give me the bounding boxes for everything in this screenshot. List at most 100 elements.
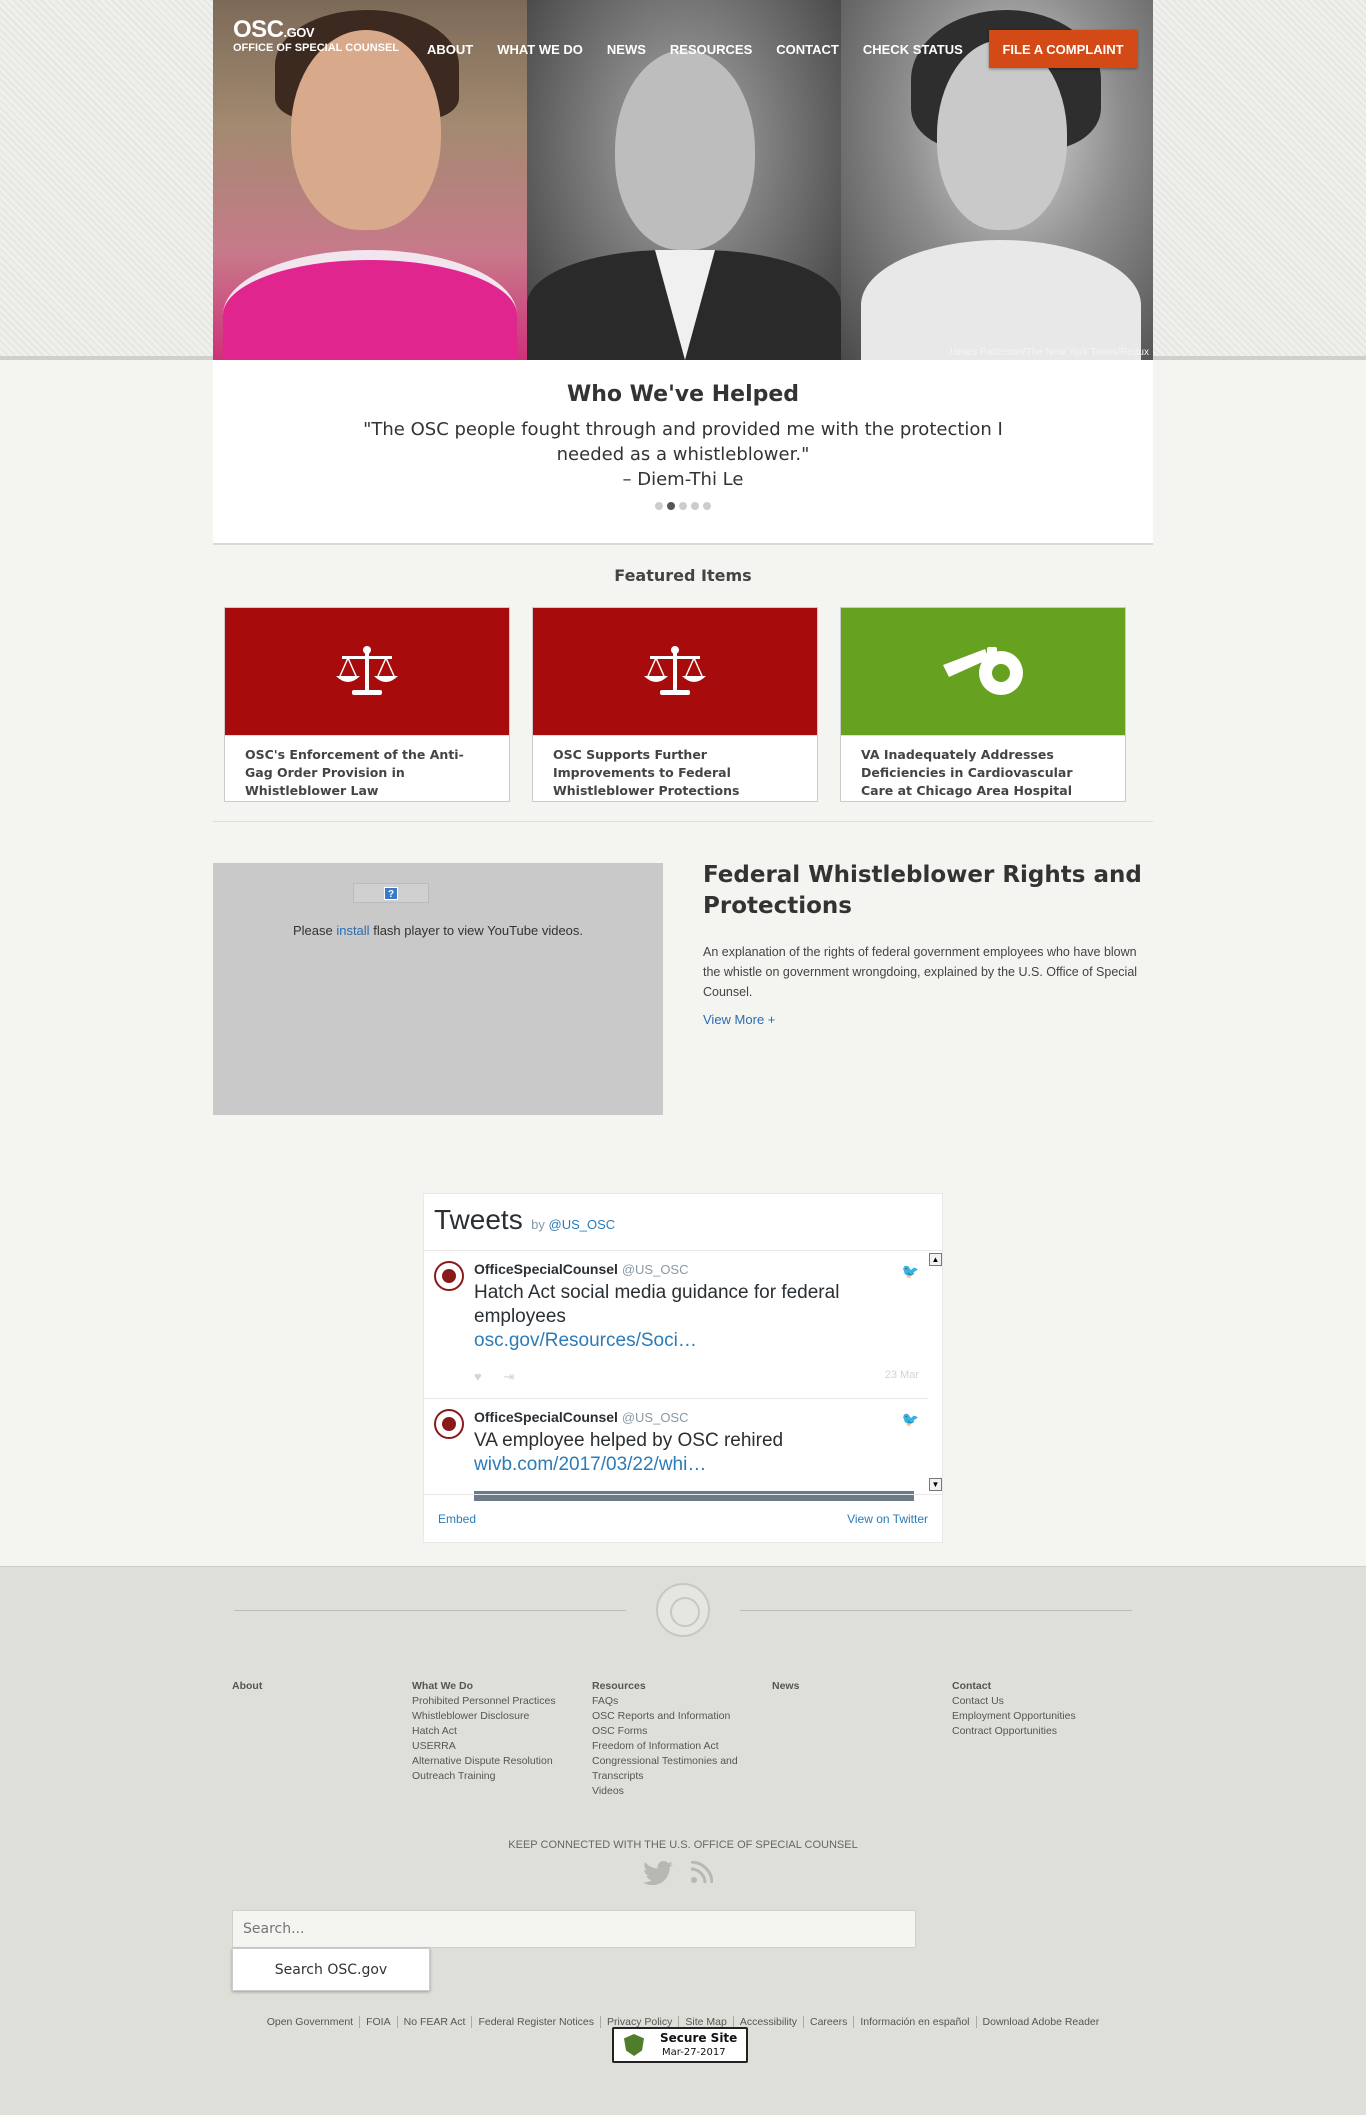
- footer-heading[interactable]: Resources: [592, 1679, 757, 1694]
- footer-link[interactable]: Employment Opportunities: [952, 1709, 1132, 1724]
- logo-main: OSC: [233, 16, 284, 43]
- footer-bottom-link[interactable]: Federal Register Notices: [472, 2016, 602, 2028]
- footer-bottom-link[interactable]: Información en español: [854, 2016, 977, 2028]
- footer-heading[interactable]: About: [232, 1679, 412, 1694]
- scroll-down-arrow-icon[interactable]: ▼: [929, 1478, 942, 1491]
- tweet[interactable]: OfficeSpecialCounsel @US_OSC 🐦 Hatch Act…: [424, 1251, 929, 1399]
- view-on-twitter-link[interactable]: View on Twitter: [847, 1512, 928, 1526]
- tweet-text: Hatch Act social media guidance for fede…: [474, 1282, 840, 1327]
- tweet-actions: ♥ ⇥: [474, 1369, 514, 1385]
- site-logo[interactable]: OSC.GOV OFFICE OF SPECIAL COUNSEL: [233, 16, 399, 54]
- footer-link[interactable]: Prohibited Personnel Practices: [412, 1694, 592, 1709]
- featured-card-1[interactable]: OSC's Enforcement of the Anti-Gag Order …: [224, 607, 510, 802]
- logo-subtitle: OFFICE OF SPECIAL COUNSEL: [233, 42, 400, 54]
- search-button[interactable]: Search OSC.gov: [232, 1948, 430, 1991]
- tweets-handle[interactable]: @US_OSC: [549, 1217, 616, 1232]
- tweet-link[interactable]: osc.gov/Resources/Soci…: [474, 1329, 874, 1353]
- section-divider: [213, 821, 1153, 822]
- footer-link[interactable]: OSC Reports and Information: [592, 1709, 757, 1724]
- footer-link[interactable]: Contract Opportunities: [952, 1724, 1132, 1739]
- carousel-dot[interactable]: [655, 502, 663, 510]
- tweet[interactable]: OfficeSpecialCounsel @US_OSC 🐦 VA employ…: [424, 1399, 929, 1501]
- tweet-handle[interactable]: @US_OSC: [622, 1410, 689, 1425]
- video-player[interactable]: ? Please install flash player to view Yo…: [213, 863, 663, 1115]
- testimonial-title: Who We've Helped: [566, 382, 800, 407]
- avatar[interactable]: [434, 1409, 464, 1439]
- rss-icon[interactable]: [691, 1861, 713, 1883]
- carousel-dot[interactable]: [679, 502, 687, 510]
- shield-icon: [624, 2034, 644, 2056]
- install-flash-link[interactable]: install: [336, 923, 369, 938]
- twitter-icon[interactable]: [643, 1861, 673, 1885]
- nav-news[interactable]: NEWS: [607, 42, 646, 57]
- footer-link[interactable]: OSC Forms: [592, 1724, 757, 1739]
- tweet-author[interactable]: OfficeSpecialCounsel: [474, 1261, 618, 1277]
- tweet-date[interactable]: 23 Mar: [885, 1369, 919, 1381]
- footer-link[interactable]: Videos: [592, 1784, 757, 1799]
- footer-link[interactable]: FAQs: [592, 1694, 757, 1709]
- main-nav: ABOUT WHAT WE DO NEWS RESOURCES CONTACT …: [427, 42, 987, 57]
- scales-icon: [336, 645, 398, 695]
- footer-link[interactable]: Outreach Training: [412, 1769, 592, 1784]
- tweet-handle[interactable]: @US_OSC: [622, 1262, 689, 1277]
- featured-card-2[interactable]: OSC Supports Further Improvements to Fed…: [532, 607, 818, 802]
- carousel-dot[interactable]: [691, 502, 699, 510]
- secure-site-date: Mar-27-2017: [662, 2047, 726, 2058]
- osc-seal-icon: [656, 1583, 710, 1637]
- footer-link[interactable]: Whistleblower Disclosure: [412, 1709, 592, 1724]
- footer-link[interactable]: Congressional Testimonies and Transcript…: [592, 1754, 757, 1784]
- testimonial-section: Who We've Helped "The OSC people fought …: [213, 360, 1153, 545]
- footer-bottom-link[interactable]: No FEAR Act: [398, 2016, 473, 2028]
- social-icons: [643, 1861, 713, 1885]
- nav-resources[interactable]: RESOURCES: [670, 42, 752, 57]
- twitter-widget: Tweets by @US_OSC OfficeSpecialCounsel @…: [423, 1193, 943, 1543]
- share-icon[interactable]: ⇥: [503, 1369, 514, 1384]
- heart-icon[interactable]: ♥: [474, 1369, 482, 1384]
- footer-heading[interactable]: Contact: [952, 1679, 1132, 1694]
- secure-site-title: Secure Site: [660, 2031, 738, 2045]
- search-input[interactable]: [232, 1910, 916, 1948]
- avatar[interactable]: [434, 1261, 464, 1291]
- featured-image-2: [533, 608, 817, 735]
- scroll-up-arrow-icon[interactable]: ▲: [929, 1253, 942, 1266]
- footer-heading[interactable]: What We Do: [412, 1679, 592, 1694]
- footer-heading[interactable]: News: [772, 1679, 952, 1694]
- twitter-bird-icon[interactable]: 🐦: [902, 1411, 919, 1428]
- featured-caption-1: OSC's Enforcement of the Anti-Gag Order …: [225, 735, 509, 801]
- footer-link[interactable]: Alternative Dispute Resolution: [412, 1754, 592, 1769]
- nav-contact[interactable]: CONTACT: [776, 42, 839, 57]
- featured-card-3[interactable]: VA Inadequately Addresses Deficiencies i…: [840, 607, 1126, 802]
- footer-rule: [740, 1610, 1132, 1611]
- secure-site-badge[interactable]: Secure Site Mar-27-2017: [612, 2027, 748, 2063]
- footer-rule: [234, 1610, 626, 1611]
- tweet-link[interactable]: wivb.com/2017/03/22/whi…: [474, 1453, 874, 1477]
- featured-caption-2: OSC Supports Further Improvements to Fed…: [533, 735, 817, 801]
- testimonial-author: – Diem-Thi Le: [622, 469, 744, 490]
- file-complaint-button[interactable]: FILE A COMPLAINT: [989, 30, 1137, 68]
- tweets-title: Tweets: [434, 1204, 523, 1235]
- nav-check-status[interactable]: CHECK STATUS: [863, 42, 963, 57]
- footer-bottom-link[interactable]: Download Adobe Reader: [977, 2016, 1106, 2028]
- photo-credit: James Patterson/The New York Times/Redux: [947, 347, 1149, 358]
- nav-what-we-do[interactable]: WHAT WE DO: [497, 42, 583, 57]
- carousel-dot[interactable]: [703, 502, 711, 510]
- footer-bottom-link[interactable]: Open Government: [261, 2016, 361, 2028]
- footer-bottom-link[interactable]: Careers: [804, 2016, 855, 2028]
- flash-message-text: flash player to view YouTube videos.: [373, 923, 584, 938]
- footer-link[interactable]: Contact Us: [952, 1694, 1132, 1709]
- tweet-author[interactable]: OfficeSpecialCounsel: [474, 1409, 618, 1425]
- twitter-bird-icon[interactable]: 🐦: [902, 1263, 919, 1280]
- nav-about[interactable]: ABOUT: [427, 42, 473, 57]
- footer-bottom-link[interactable]: FOIA: [360, 2016, 398, 2028]
- tweets-scrollbar[interactable]: ▲ ▼: [928, 1251, 942, 1493]
- missing-plugin-icon: ?: [384, 887, 398, 900]
- view-more-link[interactable]: View More +: [703, 1012, 775, 1027]
- footer-link[interactable]: USERRA: [412, 1739, 592, 1754]
- footer-link[interactable]: Freedom of Information Act: [592, 1739, 757, 1754]
- carousel-dot-active[interactable]: [667, 502, 675, 510]
- keep-connected-text: KEEP CONNECTED WITH THE U.S. OFFICE OF S…: [508, 1839, 858, 1851]
- featured-caption-3: VA Inadequately Addresses Deficiencies i…: [841, 735, 1125, 801]
- footer-link[interactable]: Hatch Act: [412, 1724, 592, 1739]
- video-title: Federal Whistleblower Rights and Protect…: [703, 862, 1142, 919]
- embed-link[interactable]: Embed: [438, 1512, 476, 1526]
